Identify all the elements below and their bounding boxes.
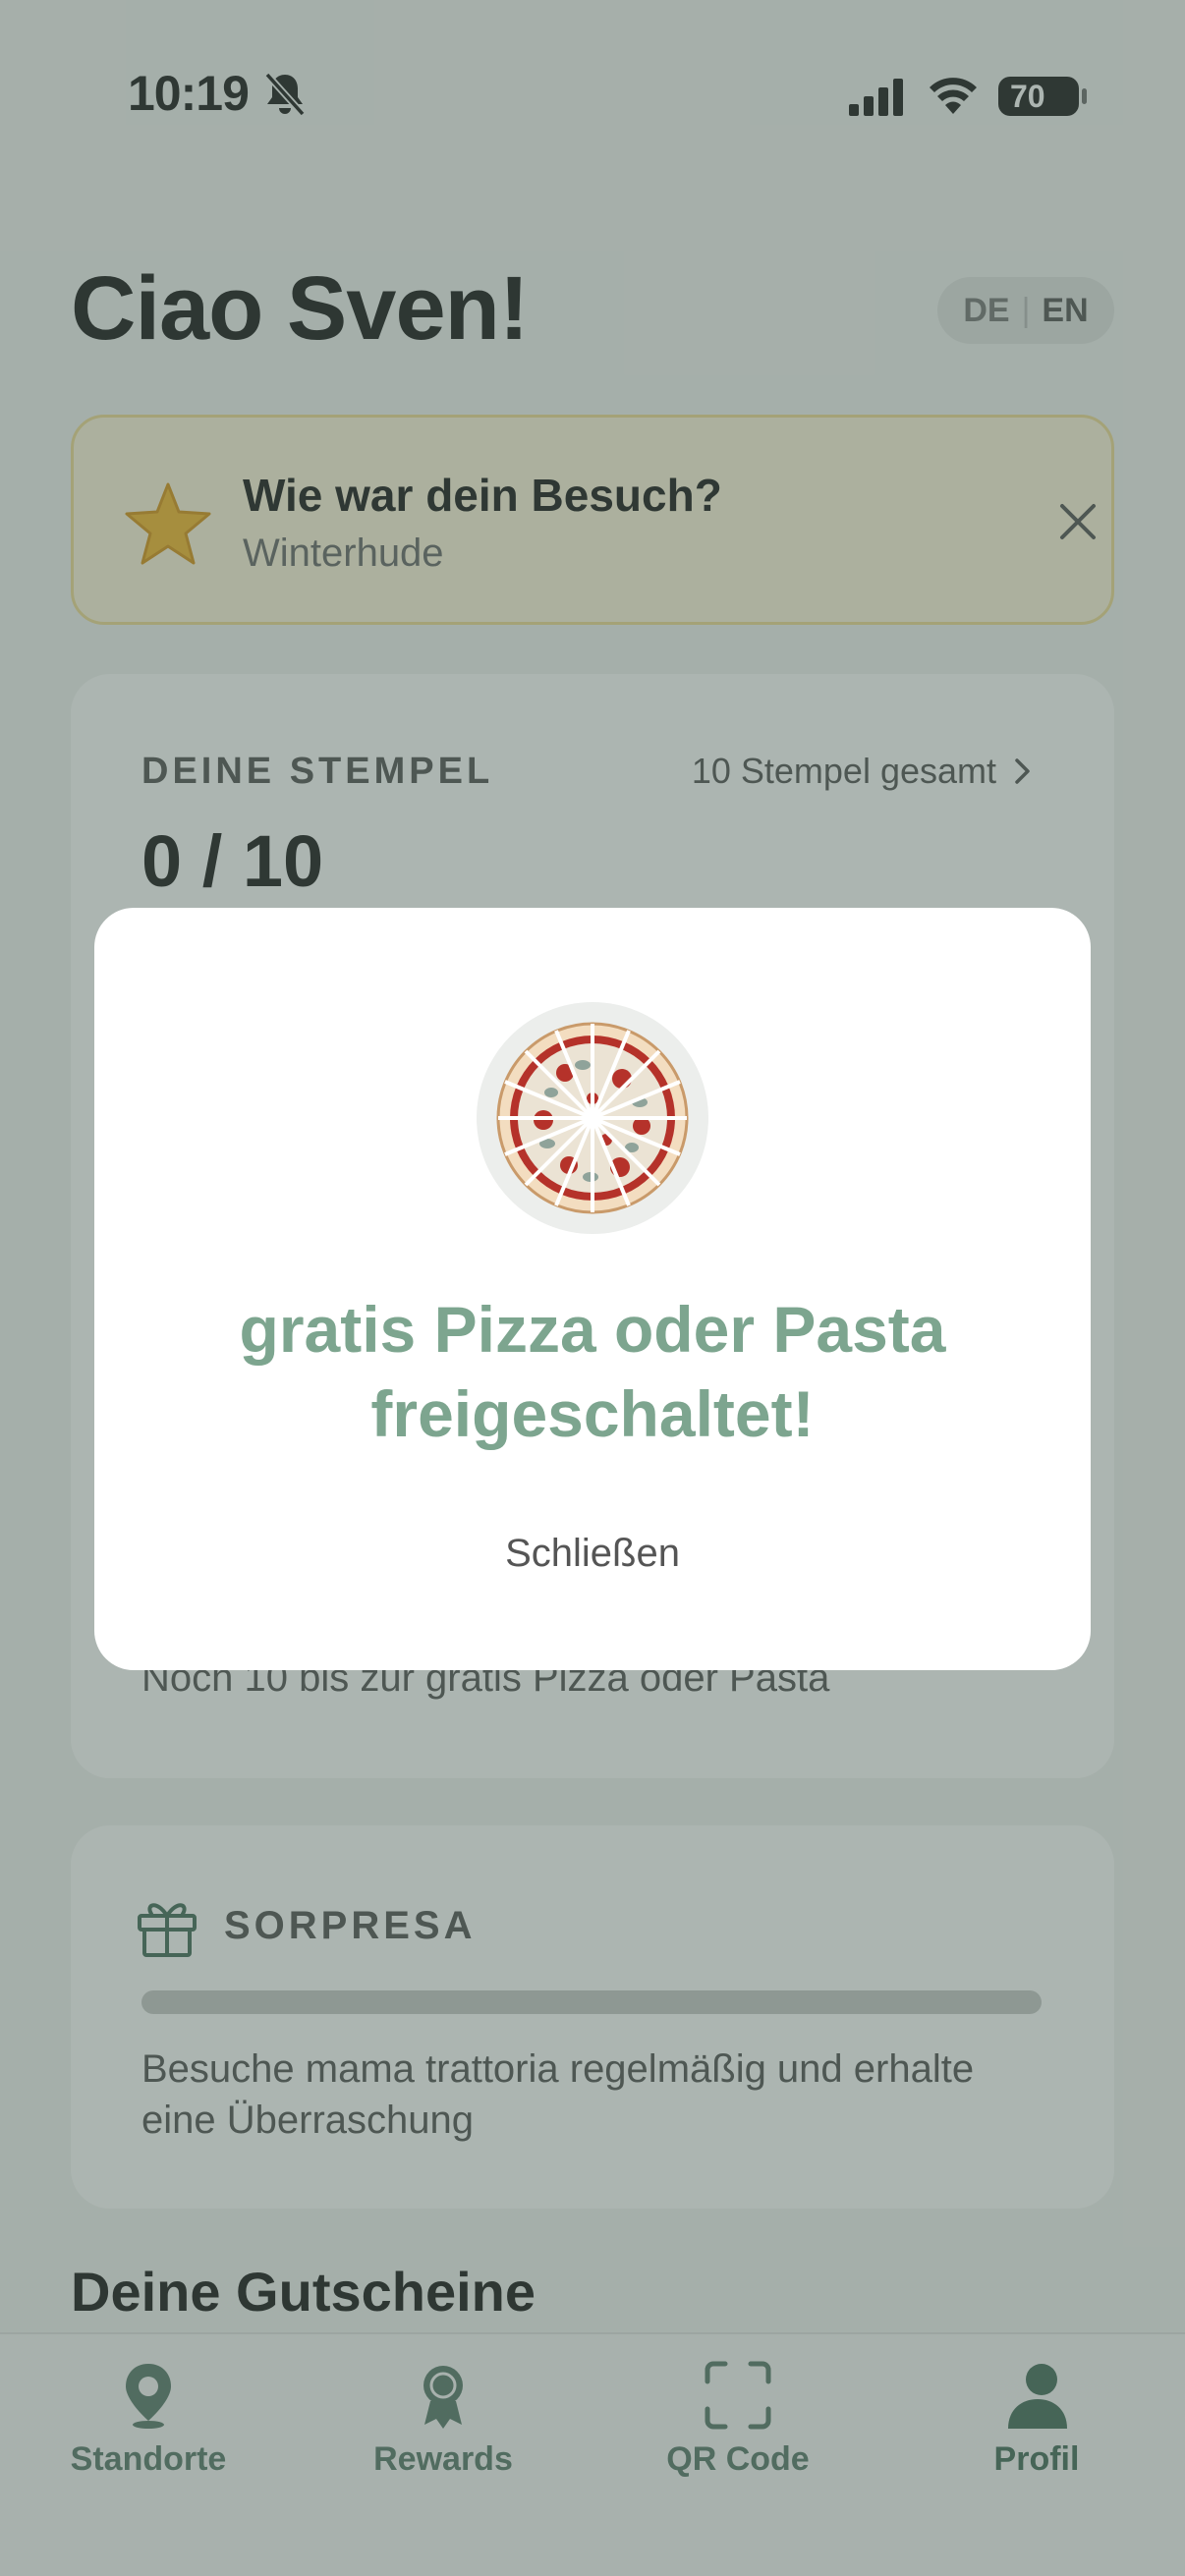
reward-unlocked-modal: gratis Pizza oder Pasta freigeschaltet! … [94, 908, 1091, 1670]
modal-headline: gratis Pizza oder Pasta freigeschaltet! [239, 1293, 946, 1450]
pizza-icon [477, 1002, 708, 1234]
close-button[interactable]: Schließen [445, 1519, 740, 1588]
